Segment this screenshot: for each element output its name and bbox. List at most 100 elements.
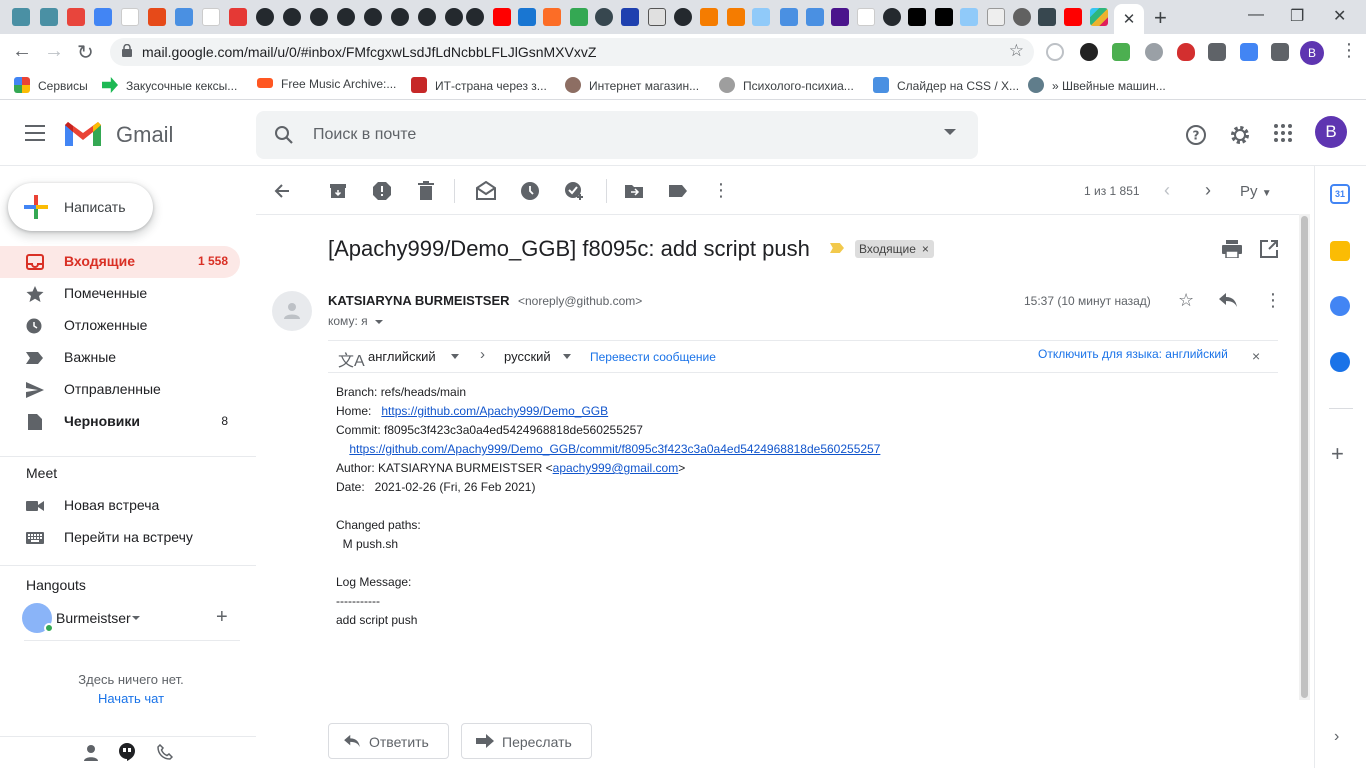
add-chat-icon[interactable]: +	[216, 606, 228, 629]
tab-favicon[interactable]	[987, 8, 1005, 26]
github-icon[interactable]	[283, 8, 301, 26]
reply-icon[interactable]	[1218, 292, 1238, 308]
hangouts-icon[interactable]	[119, 743, 135, 761]
input-tools-button[interactable]: Ру ▼	[1240, 183, 1272, 200]
move-to-icon[interactable]	[624, 181, 644, 201]
settings-gear-icon[interactable]	[1229, 124, 1251, 146]
chevron-down-icon[interactable]	[132, 616, 140, 620]
compose-button[interactable]: Написать	[8, 183, 153, 231]
tab-favicon[interactable]	[727, 8, 745, 26]
bookmark-item[interactable]: Интернет магазин...	[565, 77, 699, 93]
browser-profile-avatar[interactable]: B	[1300, 41, 1324, 65]
label-icon[interactable]	[668, 181, 688, 201]
drive-icon[interactable]	[570, 8, 588, 26]
print-icon[interactable]	[1222, 240, 1242, 258]
bookmark-apps[interactable]: Сервисы	[14, 77, 88, 93]
extensions-puzzle-icon[interactable]	[1271, 43, 1289, 61]
reply-button[interactable]: Ответить	[328, 723, 449, 759]
phone-icon[interactable]	[157, 744, 173, 760]
chevron-down-icon[interactable]	[563, 354, 571, 359]
extension-icon[interactable]	[1112, 43, 1130, 61]
tab-favicon[interactable]	[700, 8, 718, 26]
more-options-icon[interactable]: ⋮	[712, 180, 730, 201]
sidebar-item-sent[interactable]: Отправленные	[0, 374, 240, 406]
tab-favicon[interactable]	[1013, 8, 1031, 26]
tab-favicon[interactable]	[780, 8, 798, 26]
start-chat-link[interactable]: Начать чат	[0, 691, 262, 706]
browser-menu-icon[interactable]: ⋮	[1340, 40, 1358, 61]
help-icon[interactable]: ?	[1185, 124, 1207, 146]
chevron-down-icon[interactable]	[451, 354, 459, 359]
google-icon[interactable]	[857, 8, 875, 26]
next-page-icon[interactable]: ›	[1205, 180, 1211, 201]
forward-button[interactable]: Переслать	[461, 723, 592, 759]
bookmark-item[interactable]: Психолого-психиа...	[719, 77, 854, 93]
github-icon[interactable]	[418, 8, 436, 26]
tab-favicon[interactable]	[12, 8, 30, 26]
tab-favicon[interactable]	[175, 8, 193, 26]
tab-favicon[interactable]	[648, 8, 666, 26]
hangouts-user-name[interactable]: Burmeistser	[56, 610, 131, 626]
translate-message-link[interactable]: Перевести сообщение	[590, 350, 716, 364]
bookmark-item[interactable]: » Швейные машин...	[1028, 77, 1166, 93]
minimize-icon[interactable]: —	[1248, 6, 1264, 24]
commit-link[interactable]: https://github.com/Apachy999/Demo_GGB/co…	[349, 442, 880, 456]
sidebar-item-starred[interactable]: Помеченные	[0, 278, 240, 310]
calendar-icon[interactable]: 31	[1330, 184, 1350, 204]
remove-label-icon[interactable]: ×	[922, 240, 929, 258]
zoom-icon[interactable]	[1046, 43, 1064, 61]
contacts-icon[interactable]	[1330, 352, 1350, 372]
delete-icon[interactable]	[416, 181, 436, 201]
sidebar-item-important[interactable]: Важные	[0, 342, 240, 374]
tab-favicon[interactable]	[1038, 8, 1056, 26]
extension-icon[interactable]	[1145, 43, 1163, 61]
back-to-inbox-icon[interactable]	[272, 181, 292, 201]
sidebar-item-drafts[interactable]: Черновики 8	[0, 406, 240, 438]
github-icon[interactable]	[466, 8, 484, 26]
github-icon[interactable]	[445, 8, 463, 26]
extension-icon[interactable]	[1208, 43, 1226, 61]
tab-favicon[interactable]	[94, 8, 112, 26]
window-close-icon[interactable]: ✕	[1333, 6, 1346, 26]
tab-favicon[interactable]	[595, 8, 613, 26]
tab-favicon[interactable]	[806, 8, 824, 26]
github-icon[interactable]	[391, 8, 409, 26]
importance-marker-icon[interactable]	[830, 243, 844, 253]
inbox-label-chip[interactable]: Входящие ×	[855, 240, 934, 258]
more-options-icon[interactable]: ⋮	[1264, 290, 1282, 311]
github-icon[interactable]	[337, 8, 355, 26]
add-to-tasks-icon[interactable]	[564, 181, 584, 201]
star-icon[interactable]: ☆	[1178, 290, 1194, 311]
tab-favicon[interactable]	[148, 8, 166, 26]
github-icon[interactable]	[256, 8, 274, 26]
disable-language-link[interactable]: Отключить для языка: английский	[1038, 347, 1228, 361]
extension-icon[interactable]	[1240, 43, 1258, 61]
open-new-window-icon[interactable]	[1260, 240, 1278, 258]
repo-link[interactable]: https://github.com/Apachy999/Demo_GGB	[381, 404, 608, 418]
active-tab-close-icon[interactable]: ✕	[1114, 4, 1144, 34]
snooze-clock-icon[interactable]	[520, 181, 540, 201]
scrollbar[interactable]	[1299, 214, 1310, 700]
bookmark-item[interactable]: Слайдер на CSS / Х...	[873, 77, 1019, 93]
person-icon[interactable]	[84, 745, 98, 761]
back-icon[interactable]: ←	[12, 40, 32, 63]
chevron-right-icon[interactable]: ›	[1334, 728, 1339, 746]
maximize-icon[interactable]: ❐	[1290, 6, 1304, 26]
target-language-select[interactable]: русский	[504, 349, 551, 364]
gmail-logo-icon[interactable]	[65, 121, 101, 148]
dev-icon[interactable]	[908, 8, 926, 26]
keep-icon[interactable]	[1330, 241, 1350, 261]
tab-favicon[interactable]	[229, 8, 247, 26]
search-icon[interactable]	[274, 125, 294, 145]
bookmark-star-icon[interactable]: ☆	[1009, 41, 1024, 61]
sender-avatar[interactable]	[272, 291, 312, 331]
tab-favicon[interactable]	[40, 8, 58, 26]
tab-favicon[interactable]	[202, 8, 220, 26]
show-details-icon[interactable]	[375, 320, 383, 324]
sidebar-item-new-meeting[interactable]: Новая встреча	[0, 490, 240, 522]
apps-grid-icon[interactable]	[1274, 124, 1292, 142]
source-language-select[interactable]: английский	[368, 349, 436, 364]
report-spam-icon[interactable]	[372, 181, 392, 201]
reload-icon[interactable]: ↻	[77, 40, 94, 65]
youtube-icon[interactable]	[1064, 8, 1082, 26]
